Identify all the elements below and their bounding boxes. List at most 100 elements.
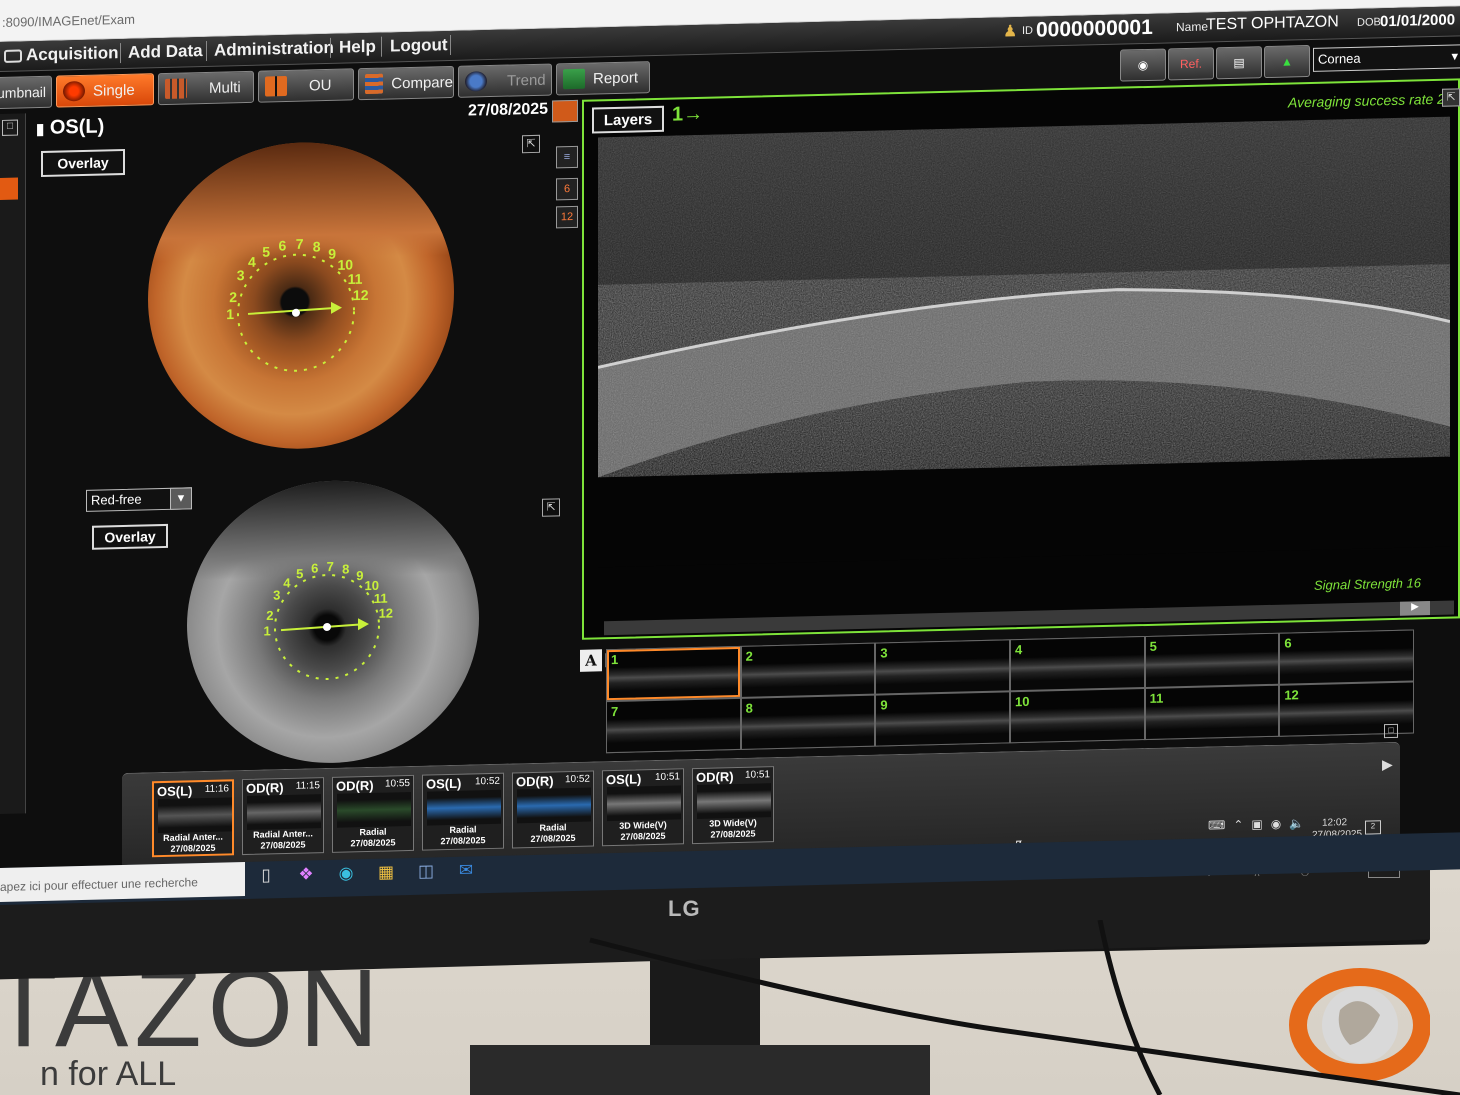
radial-scan-number: 2 xyxy=(745,648,753,664)
exam-thumbnail[interactable]: OS(L) 10:51 3D Wide(V) 27/08/2025 xyxy=(602,768,684,847)
exam-time: 10:55 xyxy=(384,777,410,790)
radial-scan-thumb[interactable]: 9 xyxy=(876,692,1009,746)
outlook-icon[interactable]: ✉ xyxy=(456,860,476,880)
compare-button[interactable]: Compare xyxy=(358,65,454,101)
radial-scan-thumb[interactable]: 10 xyxy=(1011,689,1144,743)
scroll-right-icon[interactable]: ▶ xyxy=(1382,756,1393,773)
radial-scan-number: 3 xyxy=(880,645,888,661)
radial-scan-thumb[interactable]: 2 xyxy=(741,643,875,697)
poster-subtitle: n for ALL xyxy=(40,1055,177,1093)
thumbnail-button[interactable]: umbnail xyxy=(0,75,52,110)
clock-position-label: 11 xyxy=(348,271,363,287)
radial-scan-overlay: 12345 6 7 8 9101112 xyxy=(263,559,393,681)
store-icon[interactable]: ◫ xyxy=(416,861,436,881)
overlay-button-color[interactable]: Overlay xyxy=(41,148,125,177)
overlay-button-redfree[interactable]: Overlay xyxy=(92,523,168,550)
clock-time[interactable]: 12:02 xyxy=(1322,817,1347,829)
eye-side-text: OS(L) xyxy=(49,115,105,139)
expand-icon[interactable]: ⇱ xyxy=(542,498,560,517)
exam-thumbnail[interactable]: OD(R) 10:55 Radial 27/08/2025 xyxy=(332,774,414,853)
url-text[interactable]: :8090/IMAGEnet/Exam xyxy=(2,12,135,30)
radial-6-button[interactable]: 6 xyxy=(556,177,578,201)
play-icon[interactable]: ▶ xyxy=(1400,601,1430,616)
ref-button[interactable]: Ref. xyxy=(1168,47,1214,81)
layers-button[interactable]: Layers xyxy=(592,105,664,134)
usb-icon[interactable]: ▣ xyxy=(1251,817,1262,831)
pin-icon[interactable]: □ xyxy=(1384,723,1398,739)
exam-eye-label: OS(L) xyxy=(157,783,193,800)
exam-thumbnail[interactable]: OS(L) 10:52 Radial 27/08/2025 xyxy=(422,772,504,851)
report-button[interactable]: Report xyxy=(556,61,650,96)
expand-icon[interactable]: ⇱ xyxy=(1442,88,1460,107)
file-explorer-icon[interactable]: ▦ xyxy=(376,862,396,882)
measure-button[interactable]: ▤ xyxy=(1216,46,1262,80)
selected-indicator xyxy=(0,177,18,200)
exam-eye-label: OD(R) xyxy=(516,773,554,790)
radial-scan-number: 9 xyxy=(880,697,888,713)
exam-thumbnail[interactable]: OD(R) 10:51 3D Wide(V) 27/08/2025 xyxy=(692,766,774,845)
exam-type: 3D Wide(V) xyxy=(709,817,757,829)
copilot-icon[interactable]: ❖ xyxy=(296,864,316,884)
scan-pattern-icon[interactable]: ≡ xyxy=(556,145,578,169)
menu-help[interactable]: Help xyxy=(339,37,376,58)
redfree-anterior-image[interactable]: 1 2 3 4 5 6 7 8 9 10 11 12 xyxy=(187,477,479,767)
volume-icon[interactable]: 🔈 xyxy=(1289,816,1304,830)
expand-icon[interactable]: ⇱ xyxy=(522,134,540,154)
edge-browser-icon[interactable]: ◉ xyxy=(336,863,356,883)
annotation-button[interactable]: A xyxy=(580,649,602,672)
oct-bscan-panel[interactable]: Layers 1→ Averaging success rate 2/4 ⇱ S… xyxy=(582,78,1460,640)
scan-scrollbar[interactable]: ▶ xyxy=(604,600,1454,636)
chevron-up-icon[interactable]: ⌃ xyxy=(1233,818,1243,832)
dob-label: DOB xyxy=(1357,16,1381,29)
exam-date-label: 27/08/2025 xyxy=(710,828,756,840)
exam-thumbnail[interactable]: OS(L) 11:16 Radial Anter... 27/08/2025 xyxy=(152,779,234,858)
radial-12-button[interactable]: 12 xyxy=(556,205,578,229)
clock-position-label: 3 xyxy=(237,267,245,283)
capture-button[interactable]: ◉ xyxy=(1120,48,1166,82)
network-icon[interactable]: ◉ xyxy=(1271,817,1281,831)
menu-add-data[interactable]: Add Data xyxy=(128,41,203,63)
exam-date-label: 27/08/2025 xyxy=(350,837,396,849)
trend-button[interactable]: Trend xyxy=(458,63,552,98)
monitor-brand-logo: LG xyxy=(668,896,701,921)
menu-acquisition[interactable]: Acquisition xyxy=(26,43,119,65)
clock-position-label: 5 xyxy=(296,566,303,581)
menu-logout[interactable]: Logout xyxy=(390,35,448,56)
filter-select-value: Red-free xyxy=(91,491,142,508)
exam-preview-image xyxy=(607,785,681,822)
thickness-map-button[interactable]: ▲ xyxy=(1264,44,1310,79)
thumbnail-side-strip[interactable]: □ xyxy=(0,113,26,815)
radial-scan-thumb[interactable]: 3 xyxy=(876,640,1009,694)
exam-type: Radial Anter... xyxy=(253,828,313,840)
exam-thumbnail[interactable]: OD(R) 10:52 Radial 27/08/2025 xyxy=(512,770,594,849)
radial-scan-thumb[interactable]: 4 xyxy=(1011,637,1144,691)
taskbar-search-input[interactable]: apez ici pour effectuer une recherche xyxy=(0,862,245,902)
exam-preview-image xyxy=(697,783,771,819)
region-select[interactable]: Cornea ▾ xyxy=(1313,44,1460,72)
exam-time: 10:52 xyxy=(474,775,500,788)
radial-scan-thumb[interactable]: 6 xyxy=(1280,630,1413,684)
region-select-value: Cornea xyxy=(1318,50,1361,67)
task-view-icon[interactable]: ▯ xyxy=(256,865,276,885)
exam-thumbnail[interactable]: OD(R) 11:15 Radial Anter... 27/08/2025 xyxy=(242,777,324,856)
radial-scan-number: 12 xyxy=(1284,687,1299,703)
notification-icon[interactable]: 2 xyxy=(1365,820,1381,835)
exam-preview-image xyxy=(337,791,411,828)
radial-scan-thumb[interactable]: 8 xyxy=(741,695,875,749)
ou-view-button[interactable]: OU xyxy=(258,68,354,103)
color-anterior-image[interactable]: 1 2 3 4 5 6 7 8 9 10 11 12 xyxy=(148,138,454,453)
ref-label: Ref. xyxy=(1179,56,1202,72)
pin-icon[interactable]: □ xyxy=(2,119,18,136)
menu-administration[interactable]: Administration xyxy=(214,38,334,61)
multi-view-button[interactable]: Multi xyxy=(158,70,254,106)
radial-scan-grid: 1 2 3 4 5 6 7 8 9 10 11 12 xyxy=(606,629,1414,754)
radial-scan-thumb[interactable]: 11 xyxy=(1145,685,1279,740)
radial-scan-thumb[interactable]: 1 xyxy=(607,646,740,701)
radial-scan-thumb[interactable]: 7 xyxy=(607,698,740,753)
exam-preview-image xyxy=(427,789,501,826)
layout-toggle-icon[interactable] xyxy=(552,99,578,123)
patient-id: 0000000001 xyxy=(1036,15,1153,42)
keyboard-icon[interactable]: ⌨ xyxy=(1208,818,1225,832)
single-view-button[interactable]: Single xyxy=(56,73,154,108)
radial-scan-thumb[interactable]: 5 xyxy=(1145,633,1279,688)
